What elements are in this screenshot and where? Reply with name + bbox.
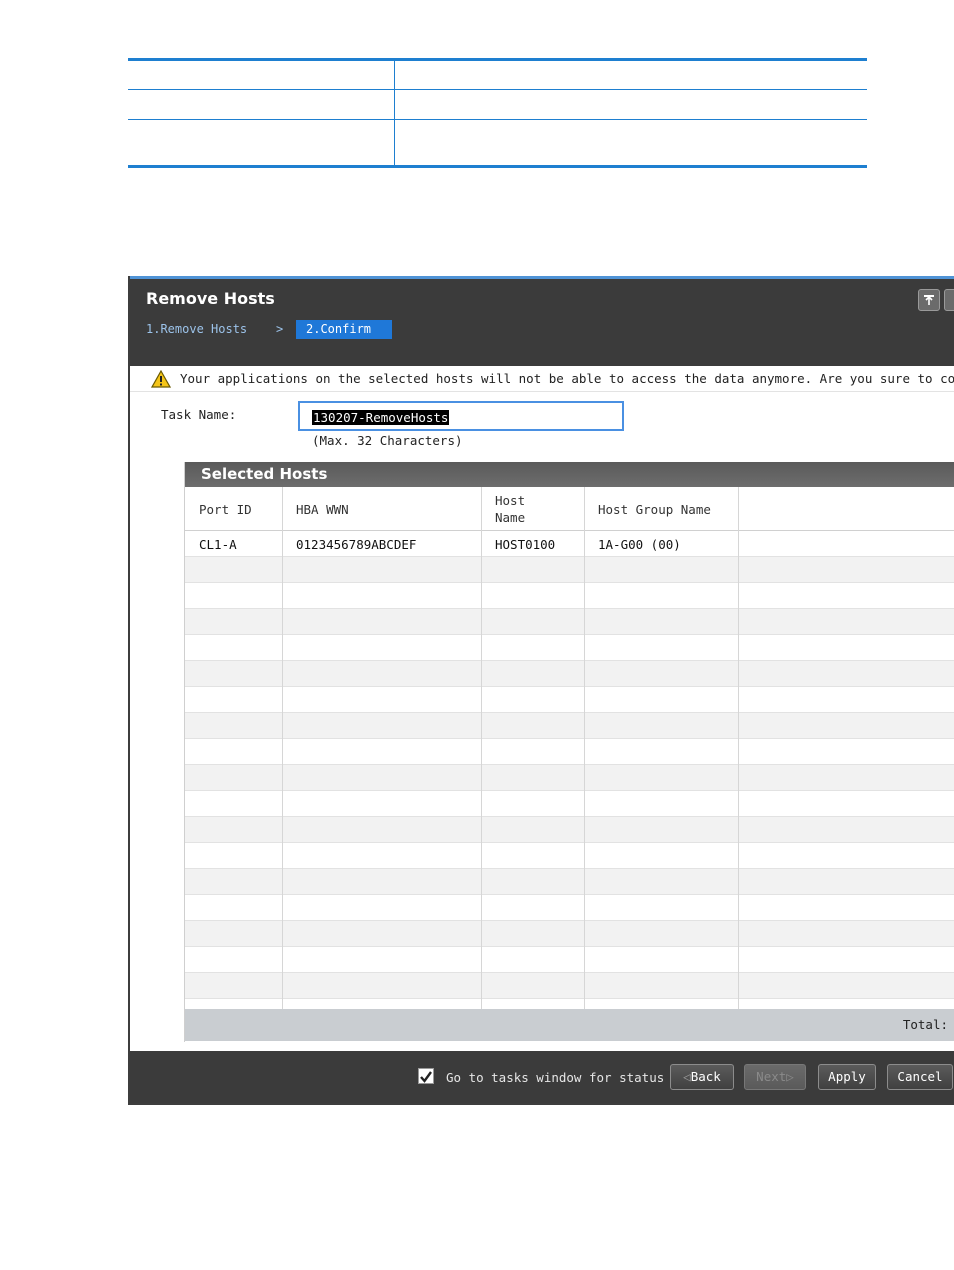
column-divider	[282, 487, 283, 1009]
remove-hosts-dialog: Remove Hosts 1.Remove Hosts > 2.Confirm …	[128, 276, 954, 1105]
dialog-titlebar: Remove Hosts	[130, 276, 954, 316]
chevron-right-icon: ▷	[786, 1069, 794, 1084]
table-row[interactable]: CL1-A 0123456789ABCDEF HOST0100 1A-G00 (00)	[185, 531, 954, 557]
pin-icon[interactable]	[918, 289, 940, 311]
table-row[interactable]	[185, 687, 954, 713]
table-cell: 1A-G00 (00)	[598, 537, 681, 552]
selected-hosts-panel: Selected Hosts Port ID HBA WWN Host Name…	[184, 462, 954, 1042]
dialog-action-bar: Go to tasks window for status ◁Back Next…	[130, 1051, 954, 1103]
task-name-label: Task Name:	[161, 407, 237, 422]
dialog-title: Remove Hosts	[146, 289, 275, 308]
cancel-button[interactable]: Cancel	[887, 1064, 953, 1090]
table-row[interactable]	[185, 557, 954, 583]
reference-table-divider	[394, 61, 395, 165]
column-divider	[584, 487, 585, 1009]
table-row[interactable]	[185, 947, 954, 973]
table-row[interactable]	[185, 999, 954, 1009]
step-remove-hosts[interactable]: 1.Remove Hosts	[146, 320, 247, 339]
warning-message: Your applications on the selected hosts …	[130, 366, 954, 392]
warning-text: Your applications on the selected hosts …	[180, 371, 954, 386]
next-label: Next	[756, 1069, 787, 1084]
table-row[interactable]	[185, 661, 954, 687]
next-button[interactable]: Next▷	[744, 1064, 806, 1090]
task-name-input[interactable]: 130207-RemoveHosts	[298, 401, 624, 431]
column-port-id[interactable]: Port ID	[185, 487, 282, 531]
task-name-hint: (Max. 32 Characters)	[312, 433, 463, 448]
table-row[interactable]	[185, 583, 954, 609]
table-row[interactable]	[185, 869, 954, 895]
wizard-steps: 1.Remove Hosts > 2.Confirm	[130, 316, 954, 366]
column-host-group-name[interactable]: Host Group Name	[584, 487, 738, 531]
table-row[interactable]	[185, 765, 954, 791]
table-cell: HOST0100	[495, 537, 556, 552]
column-divider	[738, 487, 739, 1009]
table-header: Port ID HBA WWN Host Name Host Group Nam…	[185, 487, 954, 531]
table-row[interactable]	[185, 739, 954, 765]
table-row[interactable]	[185, 635, 954, 661]
table-footer: Total:	[185, 1009, 954, 1041]
table-row[interactable]	[185, 713, 954, 739]
column-host-name[interactable]: Host Name	[481, 487, 584, 531]
apply-button[interactable]: Apply	[818, 1064, 876, 1090]
table-row[interactable]	[185, 791, 954, 817]
reference-table-row	[128, 120, 867, 165]
column-divider	[481, 487, 482, 1009]
table-cell: CL1-A	[199, 537, 237, 552]
step-separator: >	[276, 322, 284, 336]
selected-hosts-title: Selected Hosts	[201, 465, 328, 483]
reference-table-row	[128, 90, 867, 120]
table-row[interactable]	[185, 843, 954, 869]
total-label: Total:	[902, 1017, 948, 1032]
table-row[interactable]	[185, 973, 954, 999]
selected-hosts-table: Port ID HBA WWN Host Name Host Group Nam…	[185, 487, 954, 1009]
go-to-tasks-checkbox[interactable]	[418, 1068, 434, 1084]
table-row[interactable]	[185, 895, 954, 921]
table-cell: 0123456789ABCDEF	[296, 537, 417, 552]
step-confirm[interactable]: 2.Confirm	[296, 320, 392, 339]
back-button[interactable]: ◁Back	[670, 1064, 734, 1090]
checkmark-icon	[420, 1071, 432, 1083]
reference-table-row	[128, 61, 867, 90]
table-row[interactable]	[185, 609, 954, 635]
table-row[interactable]	[185, 921, 954, 947]
warning-icon	[151, 370, 171, 388]
task-name-value: 130207-RemoveHosts	[312, 410, 450, 425]
maximize-icon[interactable]	[944, 289, 954, 311]
chevron-left-icon: ◁	[683, 1069, 691, 1084]
back-label: Back	[690, 1069, 721, 1084]
table-row[interactable]	[185, 817, 954, 843]
go-to-tasks-label[interactable]: Go to tasks window for status	[446, 1070, 664, 1085]
column-extra[interactable]	[738, 487, 954, 531]
reference-table	[128, 58, 867, 168]
column-hba-wwn[interactable]: HBA WWN	[282, 487, 481, 531]
selected-hosts-header: Selected Hosts	[185, 462, 954, 487]
